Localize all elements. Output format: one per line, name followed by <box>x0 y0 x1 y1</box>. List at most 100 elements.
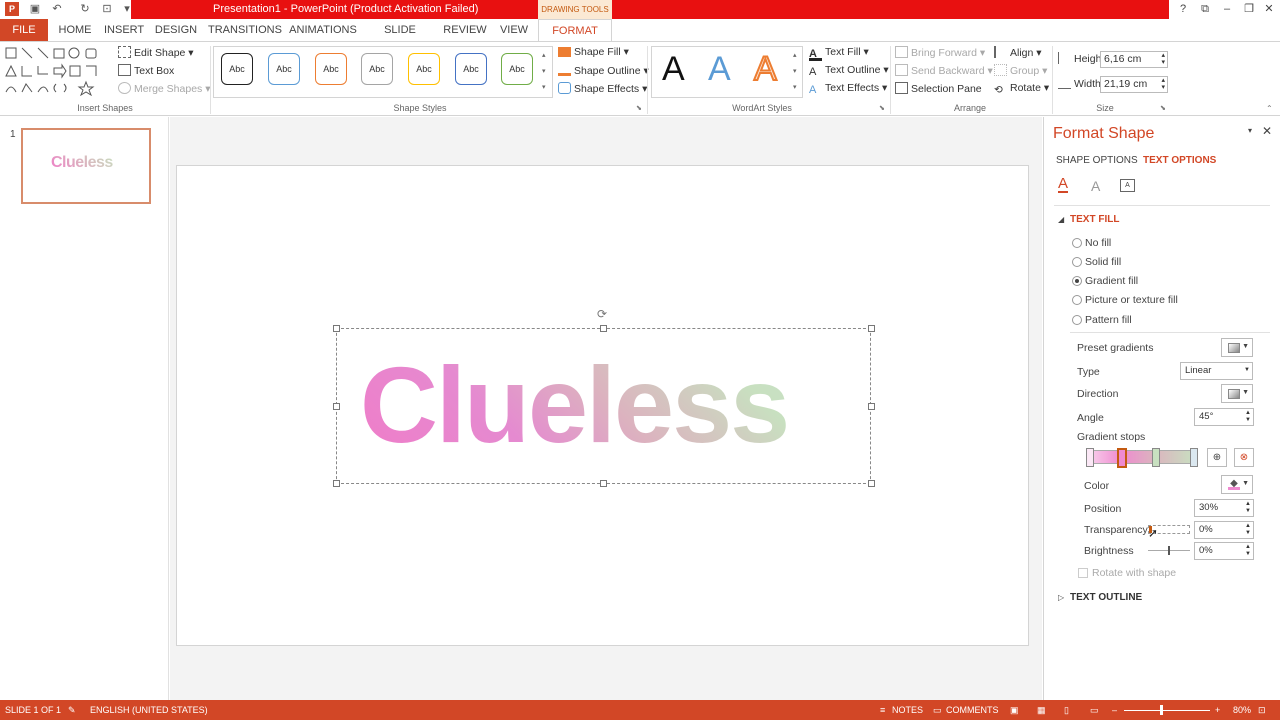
help-button[interactable]: ? <box>1174 1 1192 17</box>
zoom-slider[interactable] <box>1124 710 1210 711</box>
fit-to-window-icon[interactable]: ⊡ <box>1258 705 1266 716</box>
spinner-arrows-icon[interactable]: ▲ ▼ <box>1245 523 1251 537</box>
section-expand-icon[interactable]: ▷ <box>1058 593 1064 602</box>
slide-show-icon[interactable]: ▭ <box>1090 705 1099 716</box>
tab-format[interactable]: FORMAT <box>538 19 612 41</box>
spinner-arrows-icon[interactable]: ▴ ▾ <box>1161 52 1165 66</box>
add-gradient-stop-icon[interactable]: ⊕ <box>1207 448 1227 467</box>
collapse-ribbon-icon[interactable]: ⌃ <box>1266 104 1273 113</box>
wordart-style-blue[interactable]: A <box>708 50 731 89</box>
tab-transitions[interactable]: TRANSITIONS <box>208 19 282 41</box>
save-icon[interactable]: ▣ <box>28 2 42 16</box>
direction-dropdown[interactable]: ▼ <box>1221 384 1253 403</box>
align-button[interactable]: Align ▾ <box>994 46 1042 59</box>
send-backward-button[interactable]: Send Backward ▾ <box>895 64 993 77</box>
edit-shape-button[interactable]: Edit Shape ▾ <box>118 46 194 59</box>
resize-handle[interactable] <box>333 480 340 487</box>
option-pattern-fill[interactable]: Pattern fill <box>1085 314 1132 326</box>
option-solid-fill[interactable]: Solid fill <box>1085 256 1121 268</box>
tab-file[interactable]: FILE <box>0 19 48 41</box>
zoom-level[interactable]: 80% <box>1233 705 1251 715</box>
brightness-slider[interactable] <box>1148 546 1190 555</box>
text-fill-outline-icon[interactable]: A <box>1058 176 1069 193</box>
tab-review[interactable]: REVIEW <box>442 19 488 41</box>
redo-icon[interactable]: ↻ <box>78 2 92 16</box>
option-gradient-fill[interactable]: Gradient fill <box>1085 275 1138 287</box>
tab-home[interactable]: HOME <box>56 19 94 41</box>
shape-style-swatch[interactable]: Abc <box>268 53 300 85</box>
rotate-button[interactable]: ⟲ Rotate ▾ <box>994 82 1049 96</box>
zoom-in-icon[interactable]: + <box>1215 705 1220 715</box>
tab-shape-options[interactable]: SHAPE OPTIONS <box>1056 155 1138 166</box>
text-outline-section-header[interactable]: TEXT OUTLINE <box>1070 592 1142 603</box>
type-dropdown[interactable]: Linear ▼ <box>1180 362 1253 380</box>
brightness-slider-thumb[interactable] <box>1168 546 1170 555</box>
resize-handle[interactable] <box>600 480 607 487</box>
shape-style-swatch[interactable]: Abc <box>315 53 347 85</box>
height-input[interactable]: 6,16 cm ▴ ▾ <box>1100 51 1168 68</box>
selection-pane-button[interactable]: Selection Pane <box>895 82 982 95</box>
shape-fill-button[interactable]: Shape Fill ▾ <box>558 46 629 58</box>
spinner-arrows-icon[interactable]: ▲ ▼ <box>1245 501 1251 515</box>
size-dialog-launcher-icon[interactable]: ⬊ <box>1160 104 1166 112</box>
spinner-arrows-icon[interactable]: ▴ ▾ <box>1161 77 1165 91</box>
wordart-scroll-arrows[interactable]: ▴ ▾ ▾ <box>793 48 797 96</box>
shape-style-swatch[interactable]: Abc <box>361 53 393 85</box>
shape-style-swatch[interactable]: Abc <box>455 53 487 85</box>
ribbon-display-button[interactable]: ⧉ <box>1196 1 1214 17</box>
minimize-button[interactable]: – <box>1218 1 1236 17</box>
transparency-input[interactable]: 0% ▲ ▼ <box>1194 521 1254 539</box>
language-indicator[interactable]: ENGLISH (UNITED STATES) <box>90 705 208 715</box>
section-collapse-icon[interactable]: ◢ <box>1058 215 1064 224</box>
text-fill-section-header[interactable]: TEXT FILL <box>1070 214 1119 225</box>
dialog-launcher-icon[interactable]: ⬊ <box>636 104 642 112</box>
radio-pattern-fill[interactable] <box>1072 315 1082 325</box>
remove-gradient-stop-icon[interactable]: ⊗ <box>1234 448 1254 467</box>
position-input[interactable]: 30% ▲ ▼ <box>1194 499 1254 517</box>
undo-icon[interactable]: ↶ <box>50 2 64 16</box>
notes-button[interactable]: NOTES <box>892 705 923 715</box>
notes-icon[interactable]: ≡ <box>880 705 885 715</box>
merge-shapes-button[interactable]: Merge Shapes ▾ <box>118 82 211 95</box>
resize-handle[interactable] <box>333 325 340 332</box>
group-button[interactable]: Group ▾ <box>994 64 1047 77</box>
slide-thumbnail[interactable]: Clueless <box>21 128 151 204</box>
option-no-fill[interactable]: No fill <box>1085 237 1111 249</box>
tab-slide-show[interactable]: SLIDE SHOW <box>366 19 434 58</box>
resize-handle[interactable] <box>333 403 340 410</box>
tab-insert[interactable]: INSERT <box>104 19 144 41</box>
rotate-with-shape-checkbox[interactable] <box>1078 568 1088 578</box>
present-icon[interactable]: ⊡ <box>100 2 114 16</box>
slide-sorter-icon[interactable]: ▦ <box>1037 705 1046 716</box>
radio-gradient-fill[interactable] <box>1072 276 1082 286</box>
wordart-dialog-launcher-icon[interactable]: ⬊ <box>879 104 885 112</box>
text-outline-button[interactable]: A Text Outline ▾ <box>809 64 889 79</box>
pane-options-icon[interactable]: ▾ <box>1248 126 1252 135</box>
resize-handle[interactable] <box>868 403 875 410</box>
text-effects-button[interactable]: A Text Effects ▾ <box>809 82 887 97</box>
shape-effects-button[interactable]: Shape Effects ▾ <box>558 82 647 95</box>
gradient-stop-handle[interactable] <box>1152 448 1160 467</box>
zoom-out-icon[interactable]: – <box>1112 705 1117 715</box>
shape-style-swatch[interactable]: Abc <box>408 53 440 85</box>
radio-solid-fill[interactable] <box>1072 257 1082 267</box>
resize-handle[interactable] <box>868 325 875 332</box>
brightness-input[interactable]: 0% ▲ ▼ <box>1194 542 1254 560</box>
tab-text-options[interactable]: TEXT OPTIONS <box>1143 155 1216 166</box>
shape-style-swatch[interactable]: Abc <box>221 53 253 85</box>
shape-outline-button[interactable]: Shape Outline ▾ <box>558 64 649 77</box>
maximize-button[interactable]: ❐ <box>1240 1 1258 17</box>
tab-view[interactable]: VIEW <box>496 19 532 41</box>
gradient-stop-handle[interactable] <box>1190 448 1198 467</box>
spellcheck-icon[interactable]: ✎ <box>68 705 76 716</box>
comments-icon[interactable]: ▭ <box>933 705 942 716</box>
close-button[interactable]: ✕ <box>1260 1 1278 17</box>
zoom-slider-thumb[interactable] <box>1160 705 1163 715</box>
gradient-stop-handle-selected[interactable] <box>1117 448 1127 468</box>
text-fill-button[interactable]: A Text Fill ▾ <box>809 46 869 61</box>
powerpoint-logo-icon[interactable]: P <box>5 2 19 16</box>
normal-view-icon[interactable]: ▣ <box>1010 705 1019 716</box>
resize-handle[interactable] <box>868 480 875 487</box>
text-box-button[interactable]: Text Box <box>118 64 174 77</box>
gradient-stops-bar[interactable] <box>1088 450 1196 464</box>
